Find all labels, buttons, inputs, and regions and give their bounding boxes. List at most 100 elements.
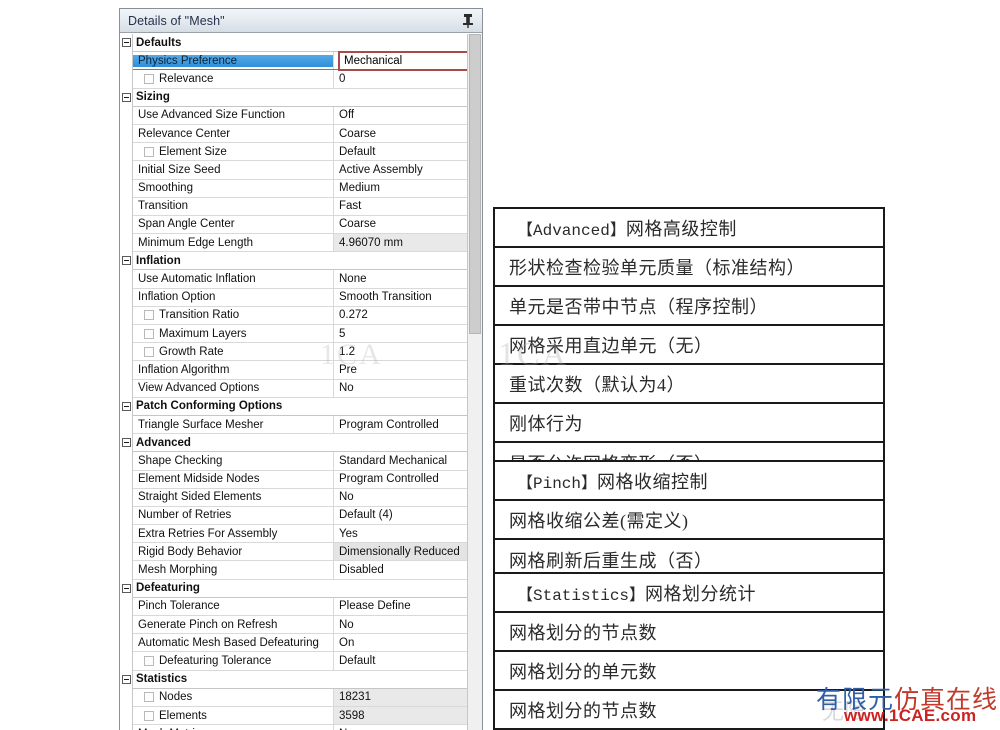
property-checkbox[interactable] bbox=[144, 655, 154, 666]
property-value[interactable]: Standard Mechanical bbox=[333, 452, 467, 470]
annotation-header-row: 【Statistics】 网格划分统计 bbox=[495, 574, 883, 613]
property-value[interactable]: Default bbox=[333, 652, 467, 670]
property-row[interactable]: Shape Checking Standard Mechanical bbox=[133, 452, 467, 471]
property-row[interactable]: Transition Ratio 0.272 bbox=[133, 306, 467, 325]
annotation-text: 网格收缩公差(需定义) bbox=[509, 510, 689, 531]
property-value[interactable]: Please Define bbox=[333, 597, 467, 615]
property-value[interactable]: 0.272 bbox=[333, 306, 467, 324]
property-row[interactable]: Maximum Layers 5 bbox=[133, 325, 467, 344]
property-rows: Defaults Physics Preference Mechanical Rele… bbox=[133, 34, 467, 730]
property-label-text: Elements bbox=[159, 709, 207, 722]
property-value[interactable]: 3598 bbox=[333, 706, 467, 725]
property-value[interactable]: Active Assembly bbox=[333, 161, 467, 179]
property-value[interactable]: Yes bbox=[333, 525, 467, 543]
property-row[interactable]: Inflation Algorithm Pre bbox=[133, 361, 467, 380]
group-collapse-toggle[interactable] bbox=[122, 92, 131, 102]
property-value[interactable]: No bbox=[333, 488, 467, 506]
property-row[interactable]: Relevance 0 bbox=[133, 70, 467, 89]
property-value[interactable]: 0 bbox=[333, 70, 467, 88]
property-row[interactable]: View Advanced Options No bbox=[133, 379, 467, 398]
property-row[interactable]: Elements 3598 bbox=[133, 706, 467, 726]
details-scrollbar[interactable] bbox=[467, 34, 482, 730]
property-checkbox[interactable] bbox=[144, 328, 154, 339]
property-group-row[interactable]: Patch Conforming Options bbox=[133, 397, 467, 416]
scrollbar-thumb[interactable] bbox=[469, 34, 481, 334]
property-row[interactable]: Use Advanced Size Function Off bbox=[133, 106, 467, 125]
property-row[interactable]: Extra Retries For Assembly Yes bbox=[133, 525, 467, 544]
property-row[interactable]: Number of Retries Default (4) bbox=[133, 506, 467, 526]
property-value[interactable]: Disabled bbox=[333, 561, 467, 579]
property-value[interactable]: Smooth Transition bbox=[333, 288, 467, 306]
property-value[interactable]: Coarse bbox=[333, 124, 467, 143]
property-value[interactable]: Coarse bbox=[333, 215, 467, 234]
property-group-row[interactable]: Sizing bbox=[133, 88, 467, 107]
property-checkbox[interactable] bbox=[144, 146, 154, 157]
property-row[interactable]: Pinch Tolerance Please Define bbox=[133, 597, 467, 616]
panel-title: Details of "Mesh" bbox=[128, 13, 225, 28]
property-row[interactable]: Nodes 18231 bbox=[133, 688, 467, 707]
property-group-row[interactable]: Advanced bbox=[133, 434, 467, 453]
property-row[interactable]: Element Size Default bbox=[133, 143, 467, 162]
property-checkbox[interactable] bbox=[144, 310, 154, 321]
property-value[interactable]: None bbox=[333, 725, 467, 730]
property-row[interactable]: Inflation Option Smooth Transition bbox=[133, 288, 467, 307]
property-checkbox[interactable] bbox=[144, 346, 154, 357]
property-value[interactable]: Default bbox=[333, 143, 467, 161]
property-row[interactable]: Physics Preference Mechanical bbox=[133, 51, 467, 72]
property-value[interactable]: 18231 bbox=[333, 688, 467, 706]
property-value[interactable]: Default (4) bbox=[333, 506, 467, 525]
property-row[interactable]: Span Angle Center Coarse bbox=[133, 215, 467, 235]
property-row[interactable]: Growth Rate 1.2 bbox=[133, 343, 467, 362]
property-row[interactable]: Mesh MetricNone bbox=[133, 725, 467, 730]
property-group-row[interactable]: Inflation bbox=[133, 252, 467, 271]
property-row[interactable]: Relevance Center Coarse bbox=[133, 124, 467, 144]
property-value[interactable]: None bbox=[333, 270, 467, 288]
property-row[interactable]: Straight Sided Elements No bbox=[133, 488, 467, 507]
property-checkbox[interactable] bbox=[144, 692, 154, 703]
group-collapse-toggle[interactable] bbox=[122, 584, 131, 593]
property-value[interactable]: No bbox=[333, 616, 467, 634]
property-row[interactable]: Initial Size Seed Active Assembly bbox=[133, 161, 467, 180]
property-row[interactable]: Defeaturing Tolerance Default bbox=[133, 652, 467, 671]
property-row[interactable]: Minimum Edge Length 4.96070 mm bbox=[133, 234, 467, 253]
property-row[interactable]: Element Midside Nodes Program Controlled bbox=[133, 470, 467, 489]
group-collapse-toggle[interactable] bbox=[122, 38, 131, 47]
annotation-keyword: 【Statistics】 bbox=[517, 586, 646, 605]
property-value[interactable]: 4.96070 mm bbox=[333, 234, 467, 252]
property-value[interactable]: 1.2 bbox=[333, 343, 467, 361]
property-value[interactable]: Medium bbox=[333, 179, 467, 197]
property-value[interactable]: Off bbox=[333, 106, 467, 124]
property-value[interactable]: On bbox=[333, 634, 467, 652]
pin-icon[interactable] bbox=[462, 13, 474, 29]
property-value[interactable]: Fast bbox=[333, 197, 467, 215]
property-row[interactable]: Rigid Body Behavior Dimensionally Reduced bbox=[133, 543, 467, 562]
property-value[interactable]: Program Controlled bbox=[333, 470, 467, 488]
physics-preference-combobox[interactable]: Mechanical bbox=[338, 51, 467, 72]
property-checkbox[interactable] bbox=[144, 73, 154, 84]
property-value[interactable]: No bbox=[333, 379, 467, 397]
property-value[interactable]: Dimensionally Reduced bbox=[333, 543, 467, 561]
property-label: Number of Retries bbox=[138, 509, 232, 522]
property-row[interactable]: Mesh Morphing Disabled bbox=[133, 561, 467, 580]
annotation-table-advanced-block: 【Advanced】 网格高级控制 形状检查检验单元质量（标准结构） 单元是否带中节点… bbox=[493, 207, 885, 484]
property-value[interactable]: 5 bbox=[333, 325, 467, 343]
property-row[interactable]: Automatic Mesh Based Defeaturing On bbox=[133, 634, 467, 653]
property-group-row[interactable]: Statistics bbox=[133, 670, 467, 689]
property-row[interactable]: Smoothing Medium bbox=[133, 179, 467, 198]
property-row[interactable]: Transition Fast bbox=[133, 197, 467, 216]
group-collapse-toggle[interactable] bbox=[122, 402, 131, 411]
group-collapse-toggle[interactable] bbox=[122, 675, 131, 684]
property-value[interactable]: Pre bbox=[333, 361, 467, 379]
property-checkbox[interactable] bbox=[144, 710, 154, 721]
group-collapse-toggle[interactable] bbox=[122, 256, 131, 266]
property-value[interactable]: Program Controlled bbox=[333, 415, 467, 434]
details-grid: Defaults Physics Preference Mechanical Rele… bbox=[120, 33, 482, 730]
property-label: Transition bbox=[138, 200, 189, 213]
property-group-row[interactable]: Defaults bbox=[133, 34, 467, 53]
property-group-row[interactable]: Defeaturing bbox=[133, 579, 467, 598]
property-row[interactable]: Triangle Surface Mesher Program Controlle… bbox=[133, 415, 467, 435]
group-collapse-toggle[interactable] bbox=[122, 438, 131, 448]
property-label: Relevance bbox=[133, 73, 333, 85]
property-row[interactable]: Use Automatic Inflation None bbox=[133, 270, 467, 289]
property-row[interactable]: Generate Pinch on Refresh No bbox=[133, 616, 467, 635]
